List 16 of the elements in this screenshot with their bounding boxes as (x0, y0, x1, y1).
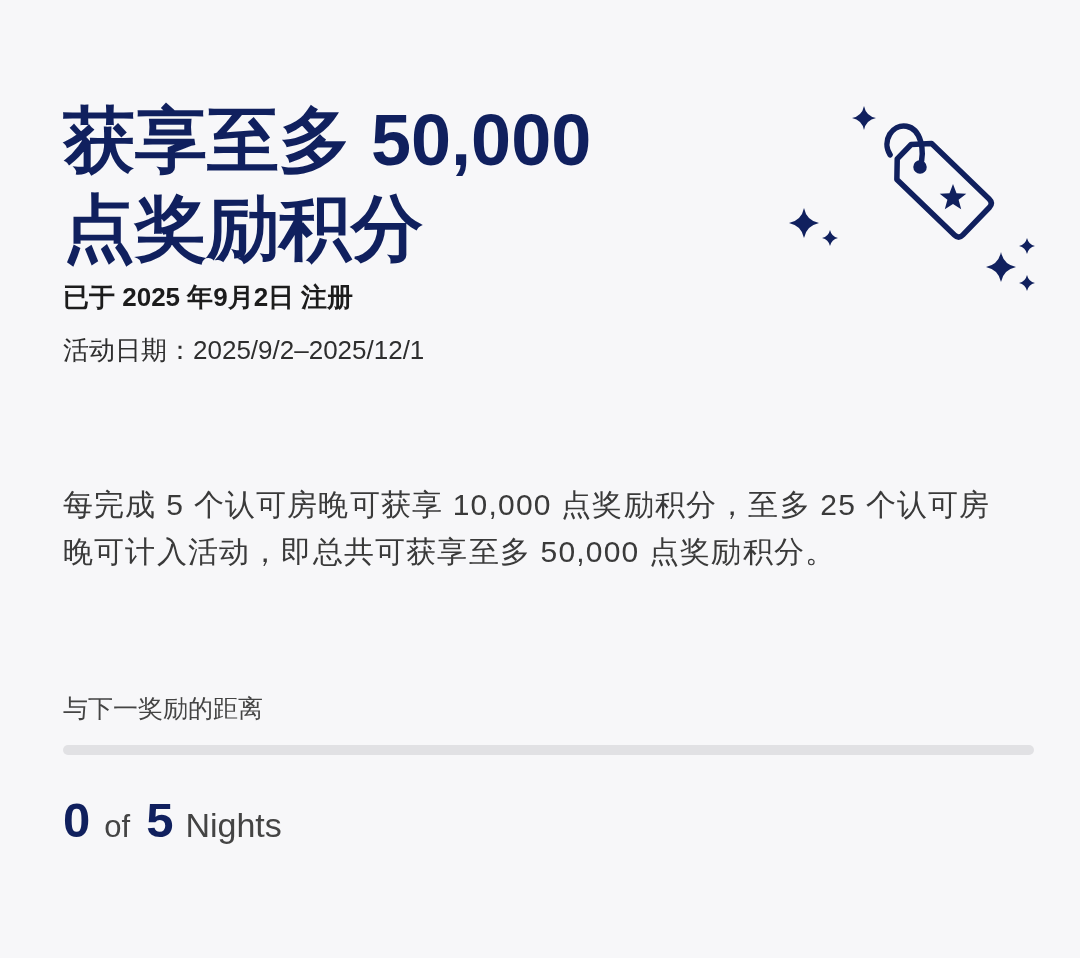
tag-icon (884, 123, 995, 240)
sparkle-icon (986, 252, 1016, 282)
registration-date: 已于 2025 年9月2日 注册 (63, 281, 354, 314)
campaign-dates: 活动日期：2025/9/2–2025/12/1 (63, 334, 425, 367)
sparkle-icon (789, 208, 819, 238)
of-label: of (104, 808, 131, 846)
promo-title: 获享至多 50,000 点奖励积分 (63, 99, 593, 270)
sparkle-icon (1019, 238, 1035, 254)
progress-label: 与下一奖励的距离 (63, 693, 263, 724)
sparkle-icon (1019, 275, 1035, 291)
nights-label: Nights (185, 805, 282, 846)
nights-count: 0 (63, 792, 91, 849)
sparkle-icon (822, 230, 838, 246)
sparkle-icon (852, 106, 876, 130)
nights-target: 5 (146, 792, 174, 849)
promo-description: 每完成 5 个认可房晚可获享 10,000 点奖励积分，至多 25 个认可房晚可计入活动，即总共可获享至多 50,000 点奖励积分。 (63, 487, 992, 570)
